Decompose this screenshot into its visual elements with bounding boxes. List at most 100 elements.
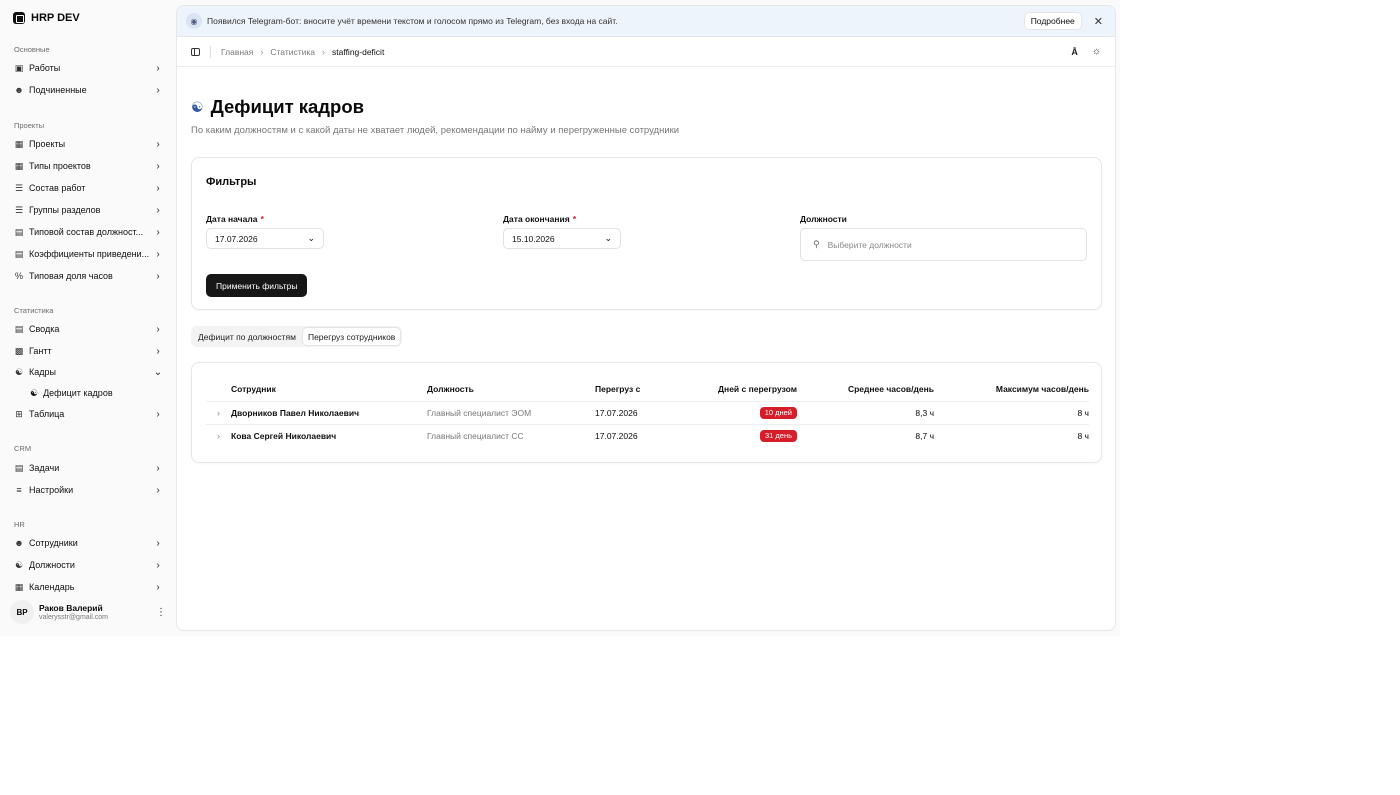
tab-employee-overload[interactable]: Перегруз сотрудников <box>302 328 401 345</box>
sidebar-item-projects[interactable]: ▦ Проекты › <box>8 134 164 154</box>
user-email: valerysstr@gmail.com <box>39 614 108 621</box>
group-label-main: Основные <box>14 45 50 54</box>
user-info: Раков Валерий valerysstr@gmail.com <box>39 603 156 621</box>
avg-hours: 8,3 ч <box>797 400 934 424</box>
sidebar-item-tasks[interactable]: ▤ Задачи › <box>8 458 164 478</box>
column-header-employee[interactable]: Сотрудник <box>231 377 427 401</box>
overload-table: Сотрудник Должность Перегруз с Дней с пе… <box>206 377 1089 447</box>
user-name: Раков Валерий <box>39 603 103 613</box>
calculator-icon: ▤ <box>14 248 24 259</box>
column-header-since[interactable]: Перегруз с <box>595 377 685 401</box>
more-vertical-icon[interactable]: ⋮ <box>156 607 166 618</box>
sidebar-item-label: Состав работ <box>29 183 86 193</box>
building-icon: ▦ <box>14 138 24 149</box>
tab-deficit-by-position[interactable]: Дефицит по должностям <box>193 328 301 345</box>
max-hours: 8 ч <box>934 400 1089 424</box>
table-icon: ⊞ <box>15 408 23 419</box>
chevron-right-icon[interactable]: › <box>206 423 231 447</box>
chevron-right-icon: › <box>156 138 160 150</box>
chevron-right-icon: › <box>156 248 160 260</box>
sidebar-item-calendar[interactable]: ▦ Календарь › <box>8 577 164 597</box>
table-row[interactable]: › Дворников Павел Николаевич Главный спе… <box>206 400 1089 424</box>
brand[interactable]: HRP DEV <box>13 12 80 24</box>
sidebar-item-works[interactable]: ▣ Работы › <box>8 58 164 78</box>
breadcrumb-home[interactable]: Главная <box>221 47 253 57</box>
banner-text: Появился Telegram-бот: вносите учёт врем… <box>207 16 618 26</box>
filters-card: Фильтры Дата начала * 17.07.2026 ⌄ Дата о… <box>191 157 1102 310</box>
column-header-position[interactable]: Должность <box>427 377 595 401</box>
sidebar-toggle-icon[interactable] <box>191 47 200 56</box>
overload-table-card: Сотрудник Должность Перегруз с Дней с пе… <box>191 362 1102 463</box>
start-date-label: Дата начала * <box>206 214 264 224</box>
sidebar-item-label: Задачи <box>29 463 60 473</box>
chevron-right-icon[interactable]: › <box>206 400 231 424</box>
sidebar-subitem-staffing-deficit[interactable]: ☯ Дефицит кадров <box>28 384 164 402</box>
sidebar-item-coefficients[interactable]: ▤ Коэффициенты приведени... › <box>8 244 164 264</box>
sun-icon[interactable]: ☼ <box>1092 46 1101 57</box>
close-icon[interactable]: ✕ <box>1094 15 1103 28</box>
sidebar-subitem-label: Дефицит кадров <box>43 388 113 398</box>
sidebar-item-hours-share[interactable]: % Типовая доля часов › <box>8 266 164 286</box>
column-header-avg[interactable]: Среднее часов/день <box>797 377 934 401</box>
chevron-down-icon: ⌄ <box>604 233 612 243</box>
table-row[interactable]: › Кова Сергей Николаевич Главный специал… <box>206 423 1089 447</box>
divider <box>210 45 211 58</box>
chevron-down-icon: ⌄ <box>307 233 315 243</box>
chevron-right-icon: › <box>156 182 160 194</box>
group-label-stats: Статистика <box>14 306 54 315</box>
sidebar-item-settings[interactable]: ≡ Настройки › <box>8 480 164 500</box>
sidebar-item-section-groups[interactable]: ☰ Группы разделов › <box>8 200 164 220</box>
sidebar-item-label: Настройки <box>29 485 74 495</box>
page-description: По каким должностям и с какой даты не хв… <box>191 125 680 136</box>
chevron-right-icon: › <box>156 226 160 238</box>
sidebar-item-subordinates[interactable]: ☻ Подчиненные › <box>8 80 164 100</box>
topbar-actions: Å ☼ <box>1071 46 1101 57</box>
end-date-value: 15.10.2026 <box>512 233 555 244</box>
positions-multiselect[interactable]: ⚲ Выберите должности <box>800 228 1087 261</box>
topbar: Главная › Статистика › staffing-deficit … <box>177 37 1115 67</box>
clipboard-icon: ▤ <box>14 226 24 237</box>
sidebar-item-label: Проекты <box>29 139 66 149</box>
sidebar-item-label: Календарь <box>29 582 75 592</box>
chevron-right-icon: › <box>156 62 160 74</box>
search-icon: ⚲ <box>813 239 820 249</box>
banner-more-button[interactable]: Подробнее <box>1023 12 1082 30</box>
sidebar-item-table[interactable]: ⊞ Таблица › <box>8 404 164 424</box>
sidebar-item-label: Типы проектов <box>29 161 91 171</box>
sidebar-item-work-composition[interactable]: ☰ Состав работ › <box>8 178 164 198</box>
sidebar-item-label: Подчиненные <box>29 85 87 95</box>
sidebar-item-label: Коэффициенты приведени... <box>29 249 150 259</box>
sidebar-item-project-types[interactable]: ▦ Типы проектов › <box>8 156 164 176</box>
sidebar-item-label: Таблица <box>29 409 65 419</box>
buildings-icon: ▦ <box>14 160 24 171</box>
user-menu[interactable]: ВР Раков Валерий valerysstr@gmail.com ⋮ <box>10 600 166 624</box>
page-title: Дефицит кадров <box>210 96 365 117</box>
filters-title: Фильтры <box>206 176 257 188</box>
chevron-right-icon: › <box>156 537 160 549</box>
chevron-right-icon: › <box>156 581 160 593</box>
breadcrumb-statistics[interactable]: Статистика <box>270 47 315 57</box>
apply-filters-button[interactable]: Применить фильтры <box>206 274 308 297</box>
page-header: ☯ Дефицит кадров <box>191 96 364 118</box>
sidebar-item-summary[interactable]: ▤ Сводка › <box>8 319 164 339</box>
briefcase-icon: ▣ <box>14 62 24 73</box>
sidebar-item-employees[interactable]: ☻ Сотрудники › <box>8 533 164 553</box>
app: HRP DEV Основные ▣ Работы › ☻ Подчиненны… <box>0 0 1120 636</box>
tasks-icon: ▤ <box>14 462 24 473</box>
sidebar-item-staff[interactable]: ☯ Кадры ⌄ <box>8 362 164 382</box>
start-date-select[interactable]: 17.07.2026 ⌄ <box>206 228 324 249</box>
sidebar-item-positions[interactable]: ☯ Должности › <box>8 555 164 575</box>
chevron-right-icon: › <box>156 559 160 571</box>
users-icon: ☯ <box>14 366 24 377</box>
list-icon: ☰ <box>14 204 24 215</box>
user-icon: ☻ <box>14 85 24 95</box>
required-mark: * <box>572 214 576 224</box>
sidebar-item-typical-positions[interactable]: ▤ Типовой состав должност... › <box>8 222 164 242</box>
column-header-days[interactable]: Дней с перегрузом <box>685 377 797 401</box>
translate-icon[interactable]: Å <box>1071 47 1078 57</box>
sidebar-item-gantt[interactable]: ▩ Гантт › <box>8 341 164 361</box>
sidebar-item-label: Группы разделов <box>29 205 101 215</box>
end-date-select[interactable]: 15.10.2026 ⌄ <box>503 228 621 249</box>
brand-name: HRP DEV <box>31 12 80 24</box>
column-header-max[interactable]: Максимум часов/день <box>934 377 1089 401</box>
